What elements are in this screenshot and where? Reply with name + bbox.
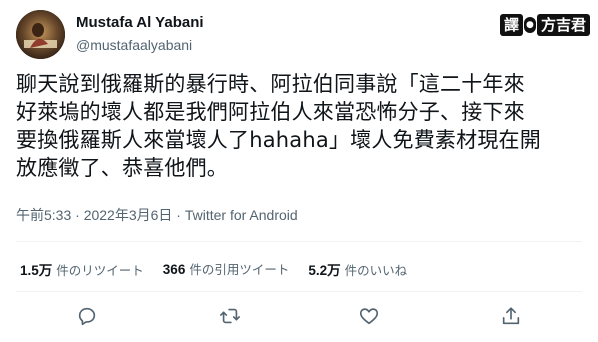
watermark-right: 方吉君 (536, 14, 590, 36)
divider (16, 291, 582, 292)
avatar-image (16, 10, 65, 59)
watermark-dot-icon: ● (523, 17, 536, 33)
heart-icon (359, 308, 379, 325)
tweet-line: 聊天說到俄羅斯的暴行時、阿拉伯同事說「這二十年來 (16, 72, 525, 96)
tweet-text: 聊天說到俄羅斯的暴行時、阿拉伯同事說「這二十年來 好萊塢的壞人都是我們阿拉伯人來… (16, 70, 588, 182)
avatar[interactable] (16, 10, 65, 59)
tweet-line: 要換俄羅斯人來當壞人了hahaha」壞人免費素材現在開 (16, 128, 541, 152)
retweet-button[interactable] (217, 303, 243, 329)
retweet-count-label: 件のリツイート (56, 263, 144, 278)
author-block: Mustafa Al Yabani @mustafaalyabani (76, 13, 204, 55)
like-count[interactable]: 5.2万 件のいいね (308, 259, 407, 279)
like-count-label: 件のいいね (344, 263, 408, 278)
engagement-stats: 1.5万 件のリツイート 366 件の引用ツイート 5.2万 件のいいね (20, 259, 426, 279)
like-count-number: 5.2万 (308, 263, 341, 278)
divider (16, 241, 582, 242)
tweet-timestamp[interactable]: 午前5:33 · 2022年3月6日 · Twitter for Android (16, 205, 298, 225)
tweet-line: 好萊塢的壞人都是我們阿拉伯人來當恐怖分子、接下來 (16, 100, 525, 124)
retweet-count[interactable]: 1.5万 件のリツイート (20, 259, 144, 279)
watermark-left: 譯 (499, 14, 523, 36)
action-bar (0, 303, 598, 331)
retweet-icon (220, 308, 240, 324)
tweet-line: 放應徵了、恭喜他們。 (16, 156, 228, 180)
quote-count-number: 366 (162, 262, 186, 277)
reply-button[interactable] (74, 303, 100, 329)
translator-watermark: 譯 ● 方吉君 (499, 14, 590, 36)
share-button[interactable] (498, 303, 524, 329)
display-name[interactable]: Mustafa Al Yabani (76, 13, 204, 33)
share-icon (502, 307, 520, 325)
like-button[interactable] (356, 303, 382, 329)
quote-count-label: 件の引用ツイート (189, 262, 290, 277)
reply-icon (78, 307, 96, 326)
retweet-count-number: 1.5万 (20, 263, 53, 278)
quote-count[interactable]: 366 件の引用ツイート (163, 259, 290, 279)
user-handle[interactable]: @mustafaalyabani (76, 35, 204, 55)
